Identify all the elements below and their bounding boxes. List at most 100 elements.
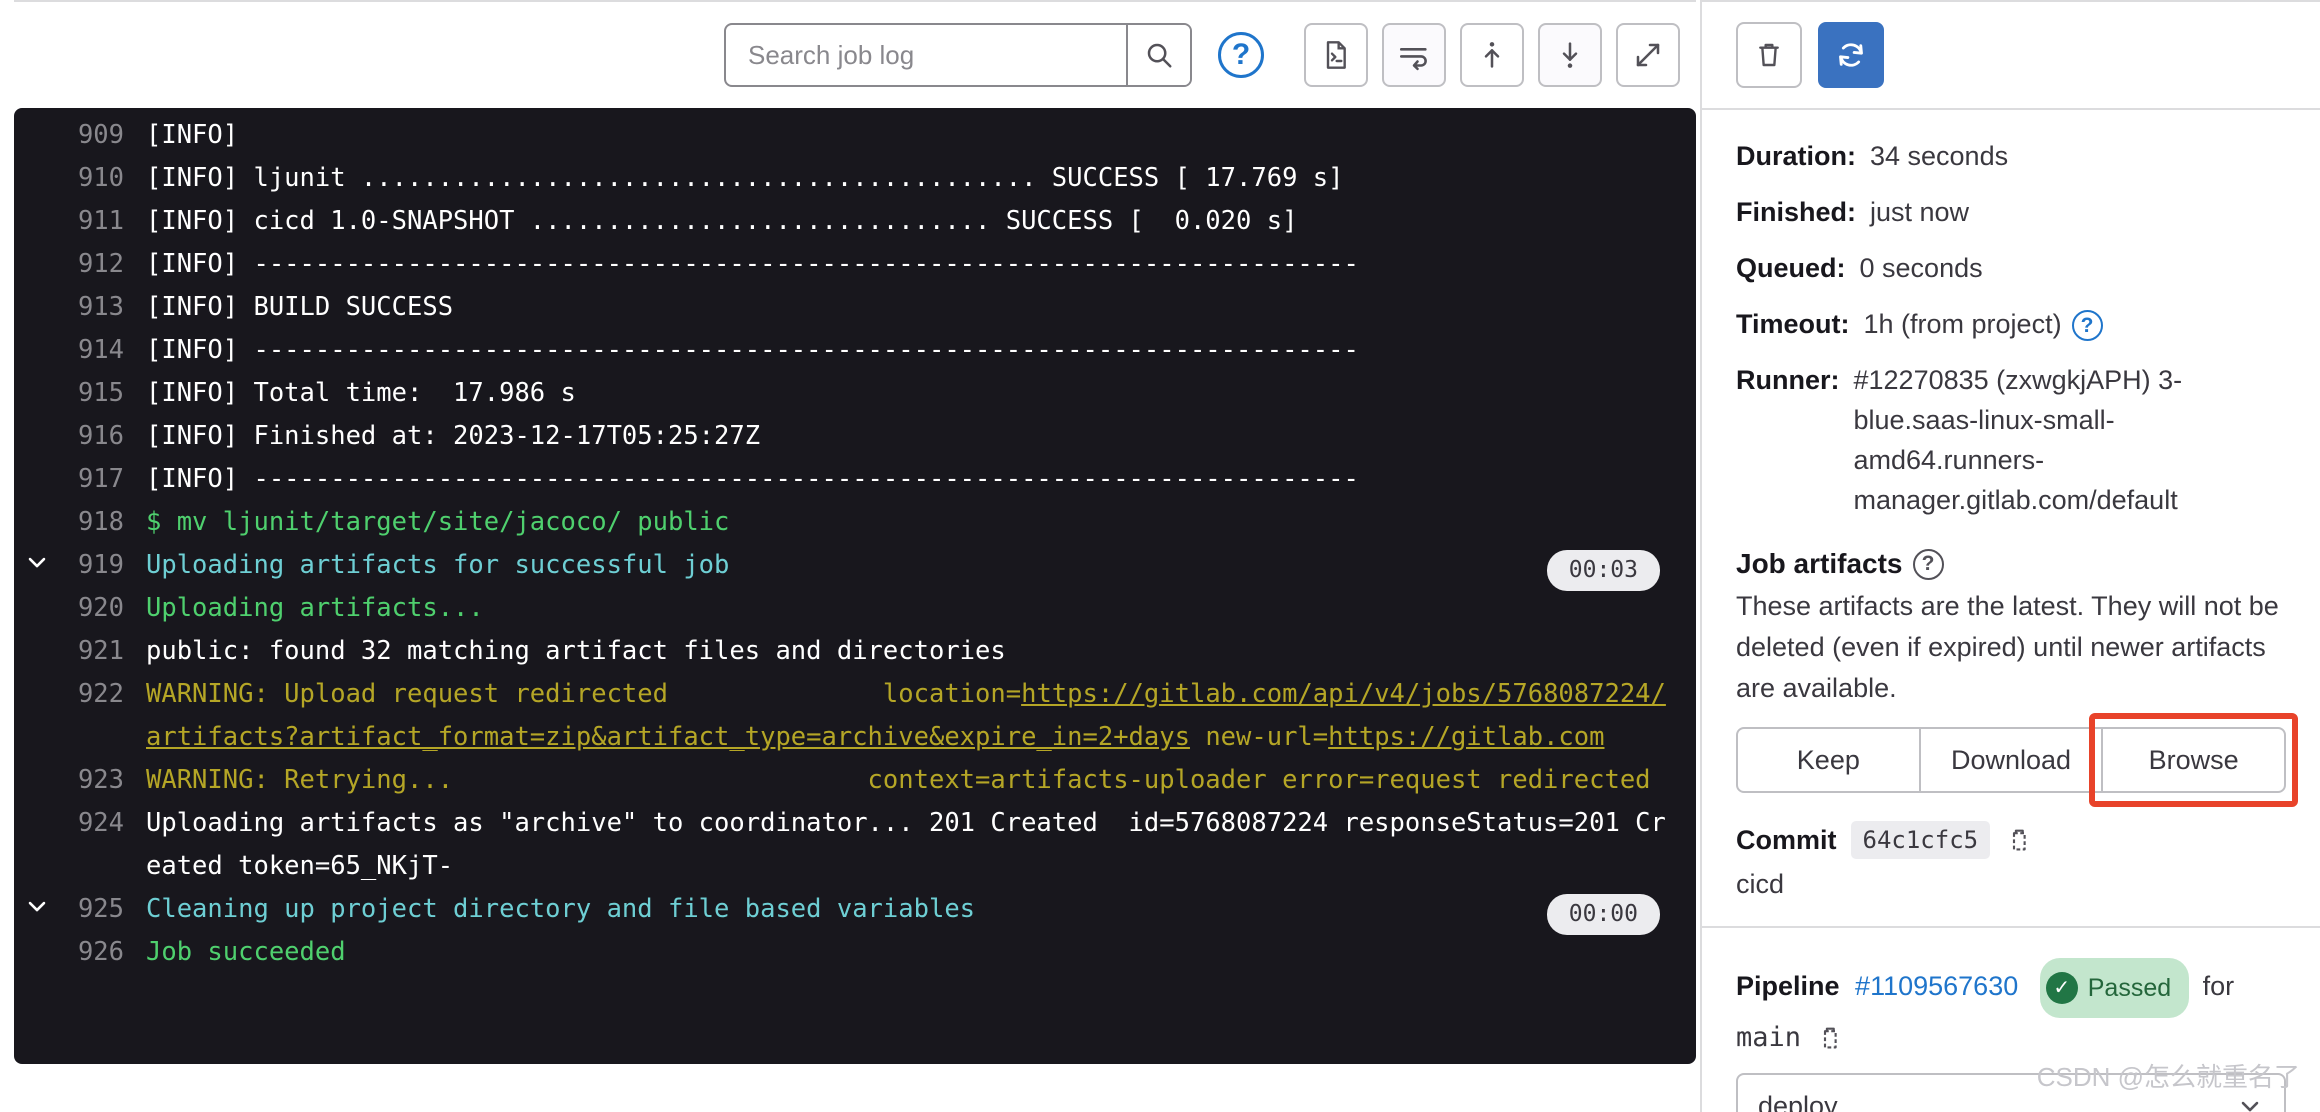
- log-line-text: WARNING: Retrying... context=artifacts-u…: [146, 765, 1651, 795]
- log-line-gutter: [14, 200, 60, 204]
- job-artifacts-title-text: Job artifacts: [1736, 548, 1903, 579]
- copy-commit-sha-button[interactable]: [2004, 825, 2034, 855]
- pipeline-status-badge: ✓ Passed: [2039, 958, 2190, 1018]
- log-line-number[interactable]: 923: [60, 759, 146, 802]
- log-line-gutter: [14, 759, 60, 763]
- log-line-number[interactable]: 919: [60, 544, 146, 587]
- search-submit-button[interactable]: [1126, 25, 1190, 85]
- log-line-gutter: [14, 458, 60, 462]
- pipeline-status-label: Passed: [2087, 974, 2172, 1002]
- expand-icon: [1636, 43, 1660, 67]
- scroll-to-top-button[interactable]: [1460, 23, 1524, 87]
- arrow-down-icon: [1562, 42, 1578, 68]
- log-line-number[interactable]: 920: [60, 587, 146, 630]
- log-line: 912 [INFO] ------------------------------…: [14, 243, 1696, 286]
- pipeline-row: Pipeline #1109567630 ✓ Passed for: [1736, 958, 2286, 1018]
- log-line-text: [INFO] ljunit ..........................…: [146, 163, 1344, 193]
- log-line-number[interactable]: 916: [60, 415, 146, 458]
- job-artifacts-description: These artifacts are the latest. They wil…: [1736, 591, 2279, 703]
- erase-job-log-button[interactable]: [1736, 22, 1802, 88]
- log-line-number[interactable]: 911: [60, 200, 146, 243]
- log-line-text: Uploading artifacts for successful job: [146, 550, 730, 580]
- arrow-up-icon: [1484, 42, 1500, 68]
- log-line-number[interactable]: 915: [60, 372, 146, 415]
- log-line: 913 [INFO] BUILD SUCCESS: [14, 286, 1696, 329]
- log-line-number[interactable]: 912: [60, 243, 146, 286]
- log-line-number[interactable]: 921: [60, 630, 146, 673]
- search-icon: [1147, 43, 1172, 68]
- job-detail-key: Runner:: [1736, 365, 1840, 395]
- log-help-icon[interactable]: ?: [1218, 32, 1264, 78]
- log-line-number[interactable]: 925: [60, 888, 146, 931]
- log-line: 915 [INFO] Total time: 17.986 s: [14, 372, 1696, 415]
- artifacts-download-button[interactable]: Download: [1920, 727, 2102, 793]
- log-line-gutter: [14, 329, 60, 333]
- log-line: 923 WARNING: Retrying... context=artifact…: [14, 759, 1696, 802]
- job-artifacts-help-icon[interactable]: ?: [1912, 548, 1944, 580]
- scroll-to-bottom-button[interactable]: [1538, 23, 1602, 87]
- log-line: 919 Uploading artifacts for successful jo…: [14, 544, 1696, 591]
- log-line-number[interactable]: 922: [60, 673, 146, 716]
- pipeline-id-link[interactable]: #1109567630: [1855, 971, 2018, 1001]
- log-line-text: Uploading artifacts as "archive" to coor…: [146, 808, 1666, 881]
- job-details-list: Duration: 34 seconds Finished: just now Queu…: [1736, 110, 2286, 520]
- log-line-gutter: [14, 415, 60, 419]
- word-wrap-button[interactable]: [1382, 23, 1446, 87]
- log-line-text: Job succeeded: [146, 937, 346, 967]
- log-line-number[interactable]: 909: [60, 114, 146, 157]
- log-line-gutter: [14, 802, 60, 806]
- stage-select[interactable]: deploy: [1736, 1073, 2286, 1112]
- log-line-text: [INFO] ---------------------------------…: [146, 335, 1359, 365]
- log-line-number[interactable]: 910: [60, 157, 146, 200]
- job-detail-row: Duration: 34 seconds: [1736, 136, 2286, 176]
- artifacts-browse-button[interactable]: Browse: [2101, 727, 2287, 793]
- copy-branch-button[interactable]: [1815, 1023, 1845, 1053]
- copy-icon: [2013, 829, 2026, 851]
- job-detail-value: 1h (from project)?: [1864, 304, 2103, 344]
- job-actions: [1702, 0, 2320, 108]
- job-artifacts-buttons: Keep Download Browse: [1736, 713, 2299, 807]
- sidebar-divider-commit: [1702, 926, 2320, 928]
- collapse-section-toggle[interactable]: [14, 888, 60, 920]
- log-line-number[interactable]: 917: [60, 458, 146, 501]
- raw-log-button[interactable]: [1304, 23, 1368, 87]
- log-line-gutter: [14, 673, 60, 677]
- job-detail-key: Duration:: [1736, 141, 1856, 171]
- search-job-log: [724, 23, 1192, 87]
- log-line-number[interactable]: 926: [60, 931, 146, 974]
- log-line: 914 [INFO] ------------------------------…: [14, 329, 1696, 372]
- commit-sha[interactable]: 64c1cfc5: [1850, 821, 1991, 859]
- section-duration-badge: 00:00: [1546, 894, 1660, 935]
- log-line: 917 [INFO] ------------------------------…: [14, 458, 1696, 501]
- log-line-number[interactable]: 924: [60, 802, 146, 845]
- log-line-text: [INFO] Total time: 17.986 s: [146, 378, 576, 408]
- collapse-section-toggle[interactable]: [14, 544, 60, 576]
- pipeline-label: Pipeline: [1736, 971, 1840, 1002]
- log-line-number[interactable]: 918: [60, 501, 146, 544]
- log-link[interactable]: https://gitlab.com: [1328, 722, 1604, 752]
- pipeline-for-label: for: [2202, 971, 2235, 1002]
- log-line-number[interactable]: 914: [60, 329, 146, 372]
- fullscreen-button[interactable]: [1616, 23, 1680, 87]
- job-log-page: ?: [0, 0, 2320, 1112]
- chevron-down-icon: [2241, 1101, 2259, 1112]
- artifacts-keep-button[interactable]: Keep: [1736, 727, 1921, 793]
- log-line: 918 $ mv ljunit/target/site/jacoco/ publi…: [14, 501, 1696, 544]
- stage-select-value: deploy: [1758, 1090, 1838, 1112]
- log-line: 910 [INFO] ljunit .......................…: [14, 157, 1696, 200]
- log-line: 920 Uploading artifacts...: [14, 587, 1696, 630]
- chevron-down-icon: [28, 901, 46, 912]
- job-log-content[interactable]: 909 [INFO] 910 [INFO] ljunit .............…: [14, 108, 1696, 1064]
- retry-job-button[interactable]: [1818, 22, 1884, 88]
- log-line-gutter: [14, 157, 60, 161]
- file-terminal-icon: [1326, 41, 1346, 69]
- log-line: 925 Cleaning up project directory and fil…: [14, 888, 1696, 935]
- log-line-gutter: [14, 114, 60, 118]
- pipeline-branch-row: main: [1736, 1022, 2286, 1053]
- search-input[interactable]: [726, 25, 1126, 85]
- commit-row: Commit 64c1cfc5: [1736, 821, 2286, 859]
- timeout-help-icon[interactable]: ?: [2071, 310, 2103, 342]
- log-line-text: Cleaning up project directory and file b…: [146, 894, 976, 924]
- log-line-gutter: [14, 630, 60, 634]
- log-line-number[interactable]: 913: [60, 286, 146, 329]
